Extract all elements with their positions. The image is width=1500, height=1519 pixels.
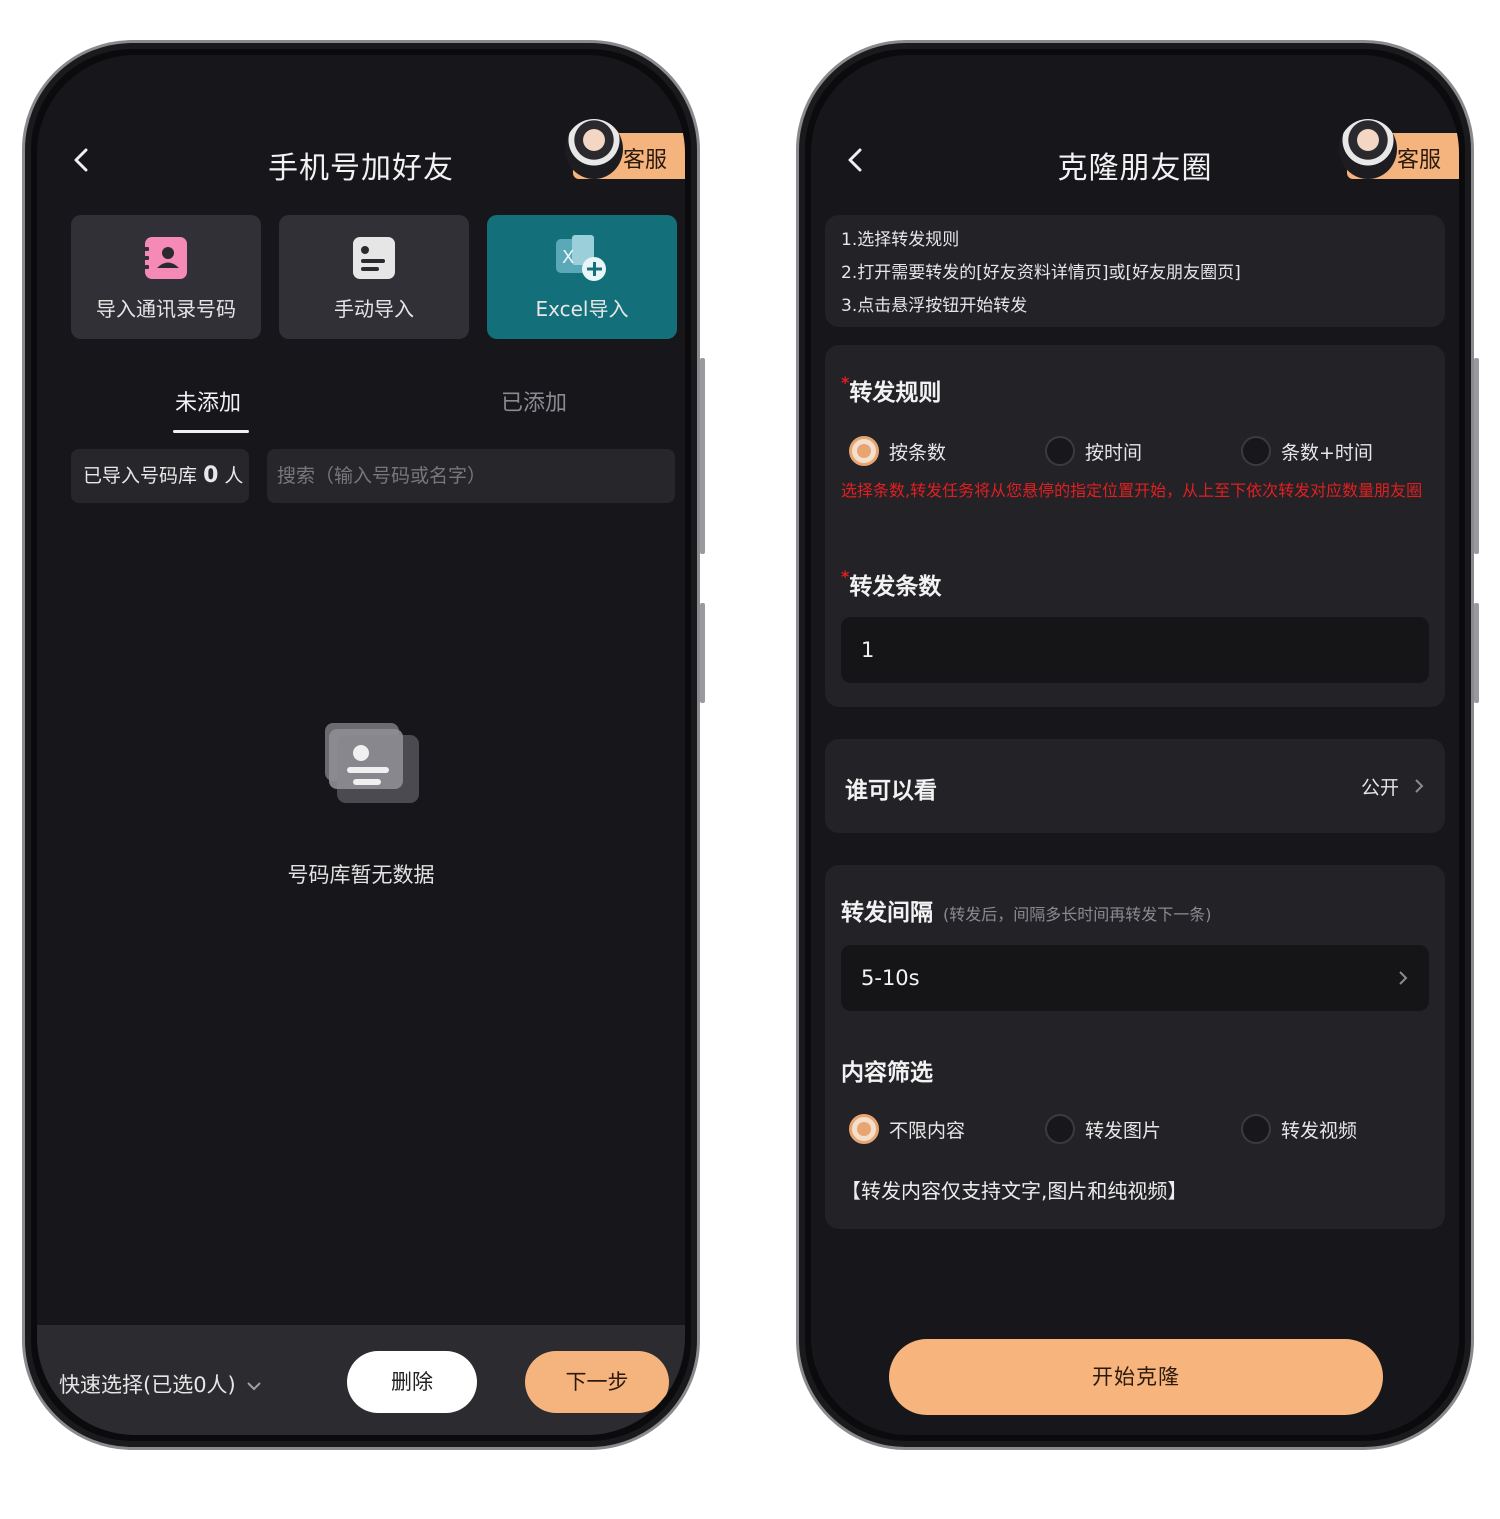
- excel-import-icon: X: [556, 235, 606, 281]
- radio-unselected: [1045, 1114, 1075, 1144]
- filter-title: 内容筛选: [841, 1060, 933, 1086]
- interval-filter-panel: 转发间隔 (转发后，间隔多长时间再转发下一条) 5-10s 内容筛选 不限内容 转…: [825, 865, 1445, 1229]
- quick-select-dropdown[interactable]: 快速选择(已选0人): [59, 1369, 262, 1399]
- svg-text:X: X: [562, 247, 574, 268]
- count-title-text: 转发条数: [849, 574, 942, 600]
- service-label: 客服: [623, 148, 668, 173]
- count-suffix: 人: [224, 465, 244, 487]
- radio-unselected: [1241, 1114, 1271, 1144]
- filter-option-label: 转发视频: [1281, 1119, 1358, 1142]
- service-agent-avatar: [565, 119, 623, 179]
- filter-option-videos[interactable]: 转发视频: [1241, 1109, 1357, 1149]
- rule-option-label: 按时间: [1085, 441, 1143, 464]
- phone-side-button: [700, 603, 705, 703]
- chevron-down-icon: [247, 1382, 262, 1391]
- card-label: 手动导入: [334, 297, 414, 321]
- interval-select[interactable]: 5-10s: [841, 945, 1429, 1011]
- interval-hint: (转发后，间隔多长时间再转发下一条): [943, 905, 1212, 924]
- interval-value: 5-10s: [861, 966, 920, 990]
- filter-option-label: 不限内容: [889, 1119, 966, 1142]
- right-screen: 克隆朋友圈 客服 1.选择转发规则 2.打开需要转发的[好友资料详情页]或[好友…: [811, 55, 1459, 1435]
- radio-selected: [849, 436, 879, 466]
- delete-button[interactable]: 删除: [347, 1351, 477, 1413]
- count-value: 0: [203, 463, 219, 488]
- service-agent-avatar: [1339, 119, 1397, 179]
- quick-select-label: 快速选择(已选0人): [59, 1373, 236, 1397]
- interval-title: 转发间隔 (转发后，间隔多长时间再转发下一条): [841, 893, 1212, 927]
- customer-service-button[interactable]: 客服: [1339, 119, 1459, 179]
- active-tab-indicator: [173, 430, 249, 433]
- service-label: 客服: [1397, 148, 1442, 173]
- imported-count: 已导入号码库 0 人: [71, 449, 249, 503]
- bottom-action-bar: 快速选择(已选0人) 删除 下一步: [37, 1325, 685, 1435]
- filter-option-any[interactable]: 不限内容: [849, 1109, 965, 1149]
- filter-note: 【转发内容仅支持文字,图片和纯视频】: [841, 1179, 1188, 1203]
- visibility-label: 谁可以看: [845, 778, 937, 804]
- visibility-row[interactable]: 谁可以看 公开: [825, 739, 1445, 833]
- rule-options: 按条数 按时间 条数+时间: [849, 431, 1445, 471]
- phone-side-button: [700, 358, 705, 554]
- header: 手机号加好友 客服: [37, 55, 685, 225]
- visibility-value: 公开: [1360, 777, 1399, 799]
- rule-warning: 选择条数,转发任务将从您悬停的指定位置开始，从上至下依次转发对应数量朋友圈: [841, 481, 1423, 500]
- header: 克隆朋友圈 客服: [811, 55, 1459, 225]
- rule-option-by-time[interactable]: 按时间: [1045, 431, 1142, 471]
- tab-not-added[interactable]: 未添加: [175, 385, 241, 417]
- customer-service-button[interactable]: 客服: [565, 119, 685, 179]
- empty-state-text: 号码库暂无数据: [287, 863, 435, 887]
- radio-unselected: [1241, 436, 1271, 466]
- count-prefix: 已导入号码库: [83, 465, 198, 487]
- interval-title-text: 转发间隔: [841, 900, 933, 926]
- phone-side-button: [1474, 358, 1479, 554]
- radio-selected: [849, 1114, 879, 1144]
- forward-rule-panel: *转发规则 按条数 按时间 条数+时间 选择条数,转发任务将从您悬停的指定位置开…: [825, 345, 1445, 707]
- right-phone-frame: 克隆朋友圈 客服 1.选择转发规则 2.打开需要转发的[好友资料详情页]或[好友…: [796, 40, 1479, 1450]
- instruction-step: 2.打开需要转发的[好友资料详情页]或[好友朋友圈页]: [841, 263, 1241, 283]
- next-step-button[interactable]: 下一步: [525, 1351, 669, 1413]
- rule-title-text: 转发规则: [849, 380, 942, 406]
- instruction-step: 3.点击悬浮按钮开始转发: [841, 296, 1028, 316]
- empty-cards-icon: [325, 723, 419, 803]
- tab-added[interactable]: 已添加: [501, 385, 567, 417]
- rule-option-by-count[interactable]: 按条数: [849, 431, 946, 471]
- chevron-right-icon: [1399, 971, 1408, 985]
- import-options: 导入通讯录号码 手动导入 X Excel导入: [71, 215, 677, 339]
- card-label: Excel导入: [535, 297, 629, 321]
- instruction-step: 1.选择转发规则: [841, 230, 960, 250]
- rule-option-label: 按条数: [889, 441, 947, 464]
- filter-option-images[interactable]: 转发图片: [1045, 1109, 1161, 1149]
- import-contacts-card[interactable]: 导入通讯录号码: [71, 215, 261, 339]
- rule-title: *转发规则: [841, 373, 941, 407]
- contacts-book-icon: [143, 237, 187, 279]
- filter-options: 不限内容 转发图片 转发视频: [849, 1109, 1445, 1149]
- left-screen: 手机号加好友 客服 导入通讯录号码 手动导入 X Excel导入 未添加 已添加…: [37, 55, 685, 1435]
- start-clone-button[interactable]: 开始克隆: [889, 1339, 1383, 1415]
- rule-option-label: 条数+时间: [1281, 441, 1373, 464]
- manual-import-card[interactable]: 手动导入: [279, 215, 469, 339]
- left-phone-frame: 手机号加好友 客服 导入通讯录号码 手动导入 X Excel导入 未添加 已添加…: [22, 40, 705, 1450]
- instructions-panel: 1.选择转发规则 2.打开需要转发的[好友资料详情页]或[好友朋友圈页] 3.点…: [825, 215, 1445, 327]
- forward-count-input[interactable]: 1: [841, 617, 1429, 683]
- excel-import-card[interactable]: X Excel导入: [487, 215, 677, 339]
- chevron-right-icon: [1415, 779, 1424, 793]
- phone-side-button: [1474, 603, 1479, 703]
- rule-option-count-time[interactable]: 条数+时间: [1241, 431, 1373, 471]
- radio-unselected: [1045, 436, 1075, 466]
- search-input[interactable]: [267, 449, 675, 503]
- count-title: *转发条数: [841, 567, 941, 601]
- manual-entry-icon: [353, 237, 395, 279]
- card-label: 导入通讯录号码: [96, 297, 236, 321]
- filter-option-label: 转发图片: [1085, 1119, 1162, 1142]
